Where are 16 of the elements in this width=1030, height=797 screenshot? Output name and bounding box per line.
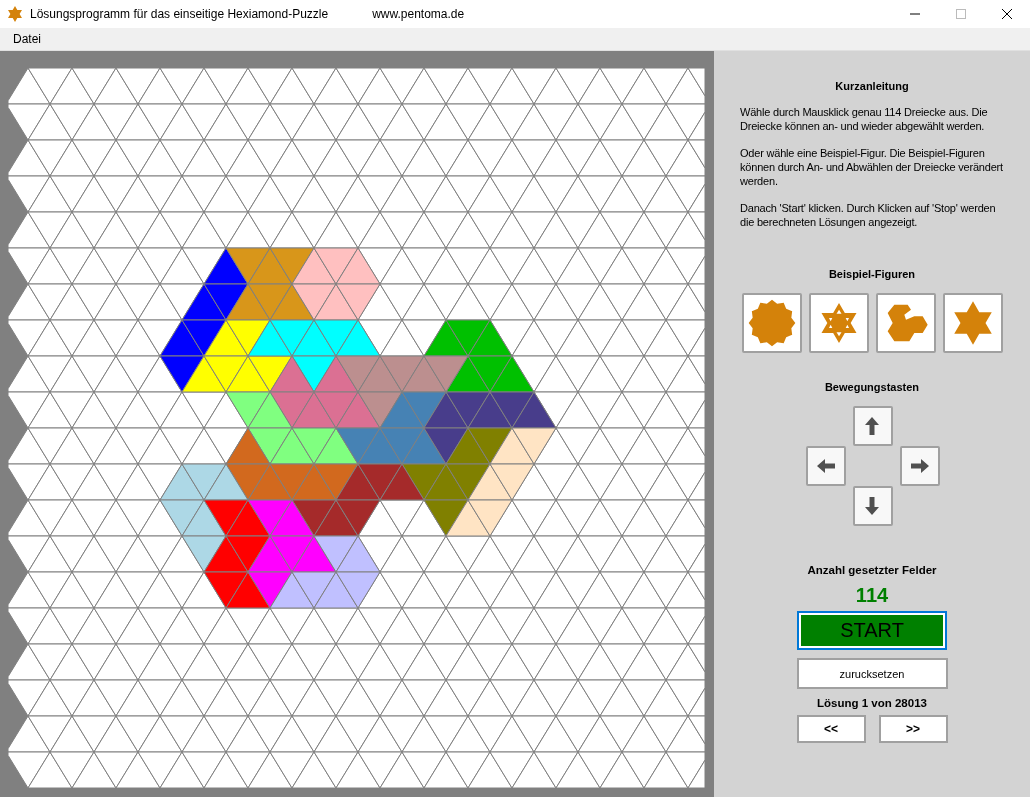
section-heading: Kurzanleitung <box>835 80 909 92</box>
instruction-text: Wähle durch Mausklick genau 114 Dreiecke aus. Die Dreiecke können an- und wieder abgewählt werden. <box>740 105 989 133</box>
window-title: Lösungsprogramm für das einseitige Hexiamond-Puzzle <box>30 7 329 21</box>
reset-button[interactable]: zurucksetzen <box>796 658 948 689</box>
website-url: www.pentoma.de <box>372 7 465 21</box>
instruction-text: Danach 'Start' klicken. Durch Klicken auf 'Stop' werden die berechneten Lösungen angezeigt. <box>740 201 997 229</box>
menu-item[interactable]: Datei <box>0 32 48 46</box>
count-label: Anzahl gesetzter Felder <box>807 564 937 576</box>
nav-button[interactable]: >> <box>878 715 948 743</box>
instruction-text: Oder wähle eine Beispiel-Figur. Die Beispiel-Figuren können durch An- und Abwählen der Dreiecke verändert werden. <box>740 146 1004 188</box>
start-button[interactable]: START <box>797 611 947 650</box>
section-heading: Beispiel-Figuren <box>828 268 916 280</box>
count-value: 114 <box>855 584 889 607</box>
nav-button[interactable]: << <box>796 715 866 743</box>
solution-counter: Lösung 1 von 28013 <box>817 697 927 709</box>
section-heading: Bewegungstasten <box>824 381 920 393</box>
